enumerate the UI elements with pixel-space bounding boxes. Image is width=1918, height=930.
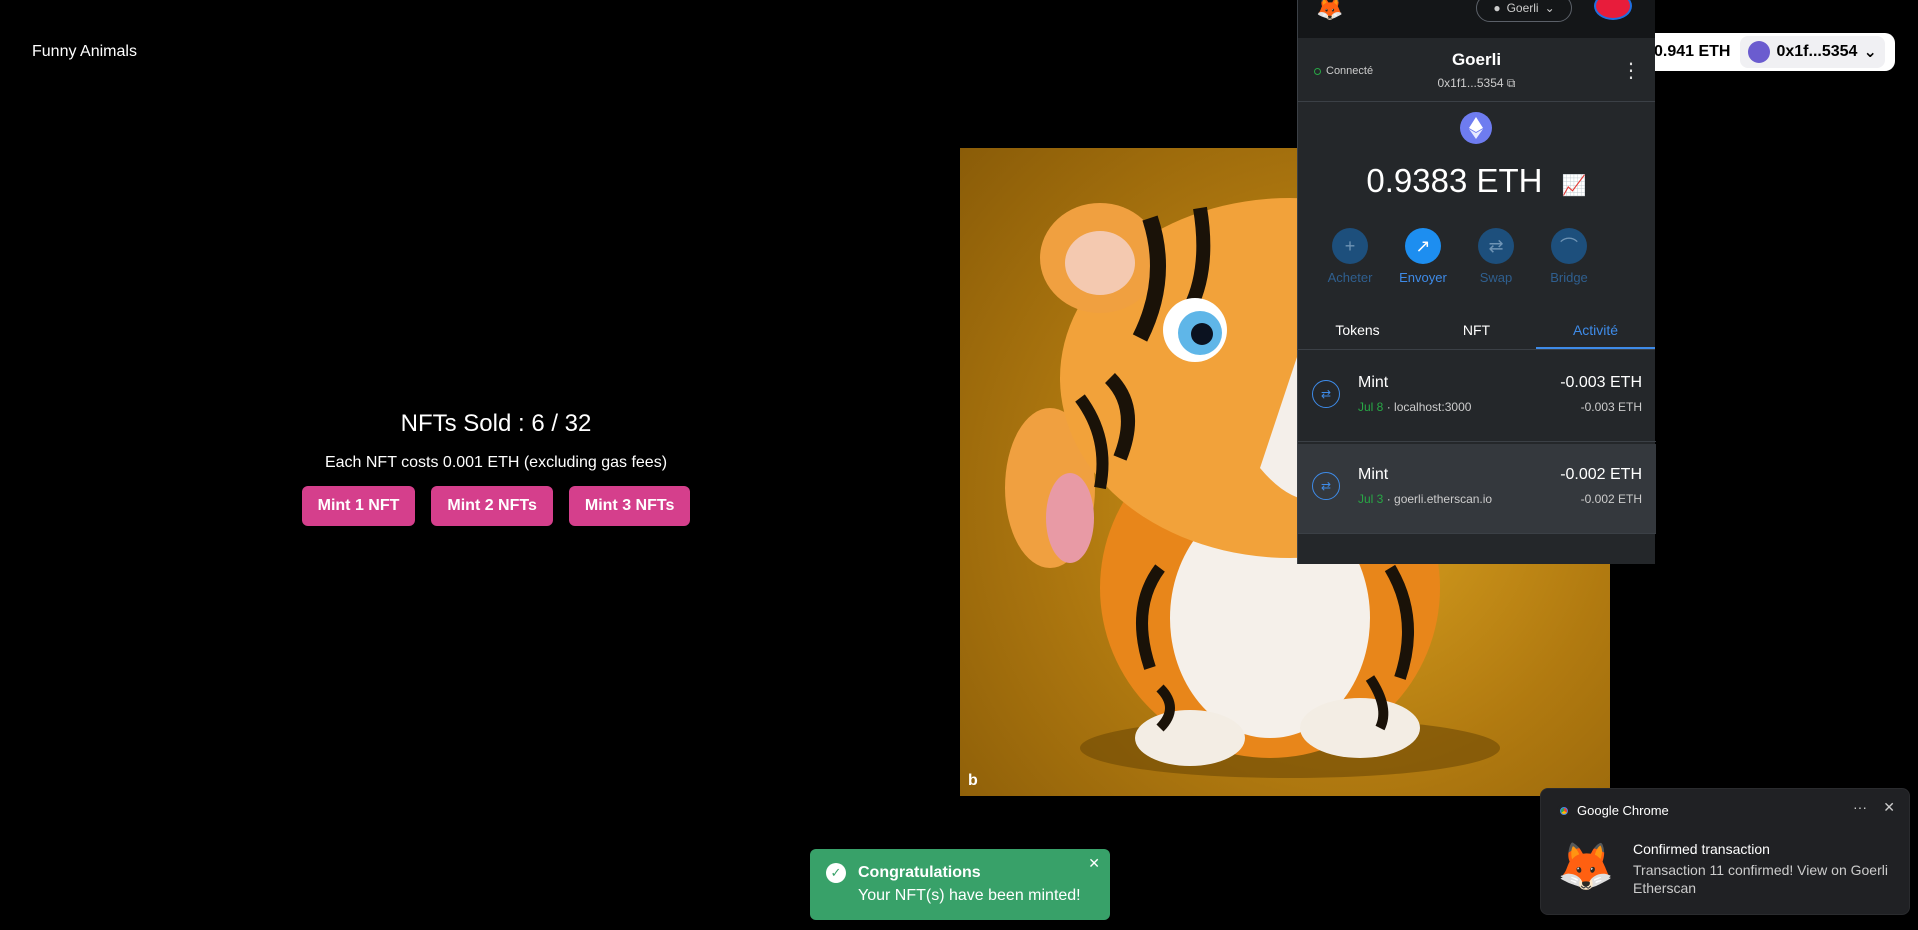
account-address[interactable]: 0x1f1...5354 ⧉ — [1298, 76, 1655, 91]
transaction-date: Jul 8 — [1358, 400, 1384, 414]
wallet-address-button[interactable]: 0x1f...5354 ⌄ — [1740, 36, 1885, 68]
network-dot-icon: ● — [1493, 1, 1501, 15]
account-avatar[interactable] — [1594, 0, 1632, 20]
account-options-icon[interactable]: ⋮ — [1621, 58, 1641, 83]
network-selector[interactable]: ● Goerli ⌄ — [1476, 0, 1572, 22]
tab-activity[interactable]: Activité — [1536, 314, 1655, 349]
transaction-amount-secondary: -0.003 ETH — [1580, 400, 1642, 414]
toast-description: Your NFT(s) have been minted! — [858, 887, 1081, 904]
transaction-date: Jul 3 — [1358, 492, 1384, 506]
chevron-down-icon: ⌄ — [1863, 44, 1877, 61]
check-circle-icon: ✓ — [826, 863, 846, 883]
send-arrow-icon: ↗ — [1405, 228, 1441, 264]
transaction-origin: localhost:3000 — [1394, 400, 1472, 414]
chevron-down-icon: ⌄ — [1544, 1, 1555, 15]
nft-cost-text: Each NFT costs 0.001 ETH (excluding gas … — [324, 454, 668, 471]
success-toast: ✓ Congratulations Your NFT(s) have been … — [810, 849, 1110, 920]
more-options-icon[interactable]: ··· — [1853, 799, 1867, 815]
bridge-icon: ⌒ — [1551, 228, 1587, 264]
toast-title: Congratulations — [858, 864, 981, 881]
swap-button[interactable]: ⇄ Swap — [1472, 228, 1520, 285]
app-title: Funny Animals — [32, 43, 137, 60]
wallet-address: 0x1f...5354 — [1776, 43, 1858, 60]
transaction-amount: -0.003 ETH — [1560, 374, 1642, 391]
wallet-actions: + Acheter ↗ Envoyer ⇄ Swap ⌒ Bridge — [1326, 228, 1593, 285]
transaction-icon: ⇄ — [1312, 380, 1340, 408]
plus-icon: + — [1332, 228, 1368, 264]
metamask-fox-icon: 🦊 — [1316, 0, 1344, 21]
account-header: Connecté Goerli 0x1f1...5354 ⧉ ⋮ — [1298, 38, 1655, 102]
swap-icon: ⇄ — [1478, 228, 1514, 264]
account-name: Goerli — [1451, 50, 1502, 69]
ethereum-icon — [1460, 112, 1492, 144]
copy-icon[interactable]: ⧉ — [1507, 76, 1516, 90]
notification-title: Confirmed transaction — [1633, 841, 1770, 857]
transaction-title: Mint — [1358, 466, 1389, 483]
bing-logo-icon: b — [968, 772, 978, 789]
transaction-amount: -0.002 ETH — [1560, 466, 1642, 483]
send-button[interactable]: ↗ Envoyer — [1399, 228, 1447, 285]
transaction-meta: Jul 8 · localhost:3000 — [1358, 400, 1472, 414]
wallet-balance: 0.941 ETH — [1654, 43, 1731, 60]
avatar — [1748, 41, 1771, 63]
transaction-row[interactable]: ⇄ Mint Jul 3 · goerli.etherscan.io -0.00… — [1298, 444, 1656, 534]
metamask-balance-value: 0.9383 ETH — [1366, 162, 1543, 199]
metamask-balance: 0.9383 ETH 📈 — [1298, 162, 1655, 200]
portfolio-chart-icon[interactable]: 📈 — [1562, 175, 1587, 197]
bridge-button-label: Bridge — [1550, 270, 1588, 285]
mint-3-nfts-button[interactable]: Mint 3 NFTs — [568, 486, 691, 526]
metamask-top-bar: 🦊 ● Goerli ⌄ — [1298, 0, 1655, 38]
close-icon[interactable]: ✕ — [1883, 799, 1895, 816]
transaction-icon: ⇄ — [1312, 472, 1340, 500]
notification-body: Transaction 11 confirmed! View on Goerli… — [1633, 862, 1888, 896]
close-icon[interactable]: ✕ — [1088, 855, 1100, 872]
transaction-title: Mint — [1358, 374, 1389, 391]
buy-button-label: Acheter — [1327, 270, 1373, 285]
transaction-row[interactable]: ⇄ Mint Jul 8 · localhost:3000 -0.003 ETH… — [1298, 352, 1656, 442]
transaction-meta: Jul 3 · goerli.etherscan.io — [1358, 492, 1493, 506]
metamask-tabs: Tokens NFT Activité — [1298, 314, 1655, 350]
mint-panel: NFTs Sold : 6 / 32 Each NFT costs 0.001 … — [300, 410, 692, 526]
mint-1-nft-button[interactable]: Mint 1 NFT — [301, 486, 416, 526]
tab-nft[interactable]: NFT — [1417, 314, 1536, 349]
wallet-connect-pill[interactable]: 0.941 ETH 0x1f...5354 ⌄ — [1640, 33, 1895, 71]
account-address-text: 0x1f1...5354 — [1437, 76, 1504, 90]
chrome-notification[interactable]: Google Chrome ··· ✕ 🦊 Confirmed transact… — [1540, 788, 1910, 915]
network-name: Goerli — [1506, 1, 1539, 15]
nfts-sold-counter: NFTs Sold : 6 / 32 — [400, 410, 592, 437]
notification-app-name: Google Chrome — [1577, 803, 1669, 818]
tab-tokens[interactable]: Tokens — [1298, 314, 1417, 349]
metamask-popup: 🦊 ● Goerli ⌄ Connecté Goerli 0x1f1...535… — [1297, 0, 1656, 564]
metamask-fox-icon: 🦊 — [1557, 840, 1615, 892]
transaction-origin: goerli.etherscan.io — [1394, 492, 1493, 506]
notification-app: Google Chrome — [1557, 803, 1669, 818]
send-button-label: Envoyer — [1399, 270, 1447, 285]
buy-button[interactable]: + Acheter — [1326, 228, 1374, 285]
swap-button-label: Swap — [1479, 270, 1513, 285]
mint-2-nfts-button[interactable]: Mint 2 NFTs — [431, 486, 553, 526]
transaction-amount-secondary: -0.002 ETH — [1580, 492, 1642, 506]
bridge-button[interactable]: ⌒ Bridge — [1545, 228, 1593, 285]
chrome-logo-icon — [1557, 803, 1571, 818]
